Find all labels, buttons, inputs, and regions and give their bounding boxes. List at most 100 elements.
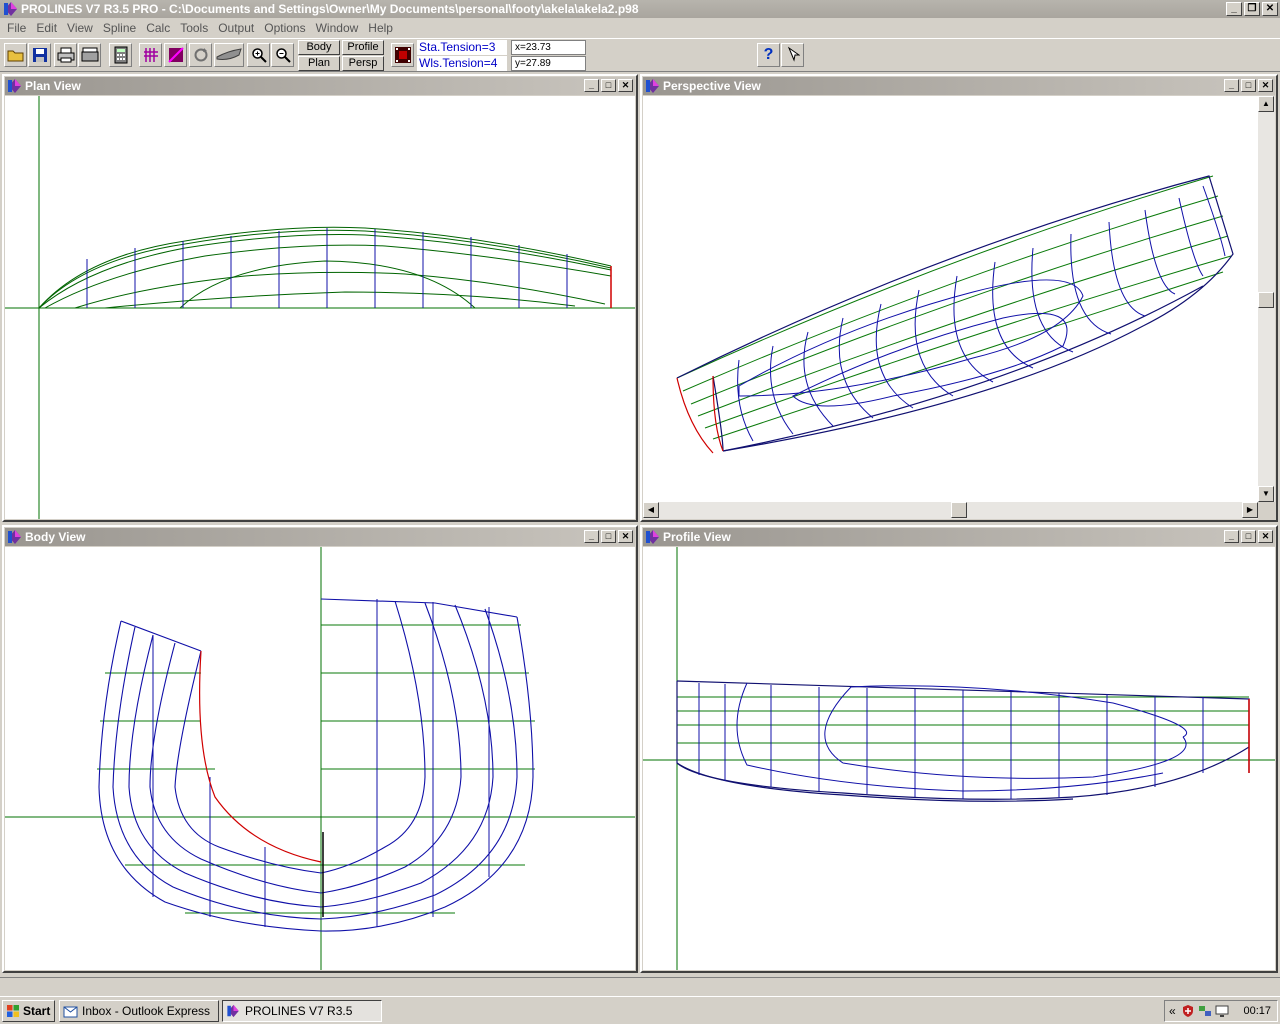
- tension-button[interactable]: [391, 43, 414, 67]
- scroll-down-arrow[interactable]: ▼: [1258, 486, 1274, 502]
- menu-spline[interactable]: Spline: [98, 18, 141, 38]
- menu-window[interactable]: Window: [311, 18, 364, 38]
- calculator-button[interactable]: [109, 43, 132, 67]
- start-button[interactable]: Start: [2, 1000, 55, 1022]
- profile-view-button[interactable]: Profile: [342, 40, 384, 55]
- stations-grid-icon: [143, 48, 158, 62]
- plan-minimize-button[interactable]: _: [584, 79, 599, 92]
- perspective-view-titlebar: Perspective View _ □ ✕: [643, 77, 1275, 95]
- vertical-scroll-thumb[interactable]: [1258, 292, 1274, 308]
- body-stations: [98, 598, 534, 932]
- waterline-tension[interactable]: Wls.Tension=4: [417, 56, 507, 71]
- plan-maximize-button[interactable]: □: [601, 79, 616, 92]
- body-maximize-button[interactable]: □: [601, 530, 616, 543]
- open-button[interactable]: [4, 43, 27, 67]
- taskbar-outlook-label: Inbox - Outlook Express: [82, 1004, 211, 1018]
- body-view-button[interactable]: Body: [298, 40, 340, 55]
- perspective-view-title: Perspective View: [663, 79, 761, 93]
- zoom-in-button[interactable]: [247, 43, 270, 67]
- scroll-left-arrow[interactable]: ◀: [643, 502, 659, 518]
- calculator-icon: [114, 46, 127, 64]
- taskbar: Start Inbox - Outlook Express PROLINES V…: [0, 996, 1280, 1024]
- body-midship-section: [199, 650, 322, 863]
- persp-minimize-button[interactable]: _: [1224, 79, 1239, 92]
- view-window-icon: [646, 530, 659, 544]
- taskbar-outlook-express[interactable]: Inbox - Outlook Express: [59, 1000, 219, 1022]
- y-coordinate: y=27.89: [511, 56, 586, 71]
- close-button[interactable]: ✕: [1262, 2, 1278, 16]
- outlook-express-icon: [63, 1006, 78, 1018]
- hull-button[interactable]: [214, 43, 244, 67]
- profile-stations: [698, 683, 1204, 799]
- save-button[interactable]: [28, 43, 51, 67]
- tray-expand-icon[interactable]: «: [1169, 1004, 1176, 1018]
- perspective-horizontal-scrollbar[interactable]: ◀ ▶: [643, 502, 1258, 519]
- plan-view-button[interactable]: Plan: [298, 56, 340, 71]
- taskbar-prolines[interactable]: PROLINES V7 R3.5: [222, 1000, 382, 1022]
- profile-close-button[interactable]: ✕: [1258, 530, 1273, 543]
- x-coordinate: x=23.73: [511, 40, 586, 55]
- body-view-title: Body View: [25, 530, 86, 544]
- profile-axes: [643, 547, 1275, 970]
- menu-edit[interactable]: Edit: [31, 18, 62, 38]
- profile-buttocks: [736, 682, 1188, 792]
- menu-view[interactable]: View: [62, 18, 98, 38]
- body-minimize-button[interactable]: _: [584, 530, 599, 543]
- menu-bar: File Edit View Spline Calc Tools Output …: [0, 18, 1280, 38]
- menu-calc[interactable]: Calc: [141, 18, 175, 38]
- network-icon[interactable]: [1198, 1004, 1212, 1018]
- minimize-button[interactable]: _: [1226, 2, 1242, 16]
- prolines-app: PROLINES V7 R3.5 PRO - C:\Documents and …: [0, 0, 1280, 1024]
- station-tension[interactable]: Sta.Tension=3: [417, 40, 507, 55]
- menu-output[interactable]: Output: [213, 18, 259, 38]
- profile-maximize-button[interactable]: □: [1241, 530, 1256, 543]
- plot-button[interactable]: [78, 43, 101, 67]
- plan-view-window: Plan View _ □ ✕: [2, 74, 638, 522]
- perspective-view-canvas[interactable]: [643, 96, 1258, 502]
- zoom-out-icon: [275, 48, 291, 63]
- menu-options[interactable]: Options: [259, 18, 310, 38]
- body-close-button[interactable]: ✕: [618, 530, 633, 543]
- surface-button[interactable]: [164, 43, 187, 67]
- status-bar: [0, 977, 1280, 995]
- print-button[interactable]: [54, 43, 77, 67]
- profile-view-canvas[interactable]: [643, 547, 1275, 970]
- plan-view-title: Plan View: [25, 79, 81, 93]
- plan-view-canvas[interactable]: [5, 96, 635, 519]
- profile-view-titlebar: Profile View _ □ ✕: [643, 528, 1275, 546]
- profile-minimize-button[interactable]: _: [1224, 530, 1239, 543]
- toolbar: Body Profile Plan Persp Sta.Tension=3 Wl…: [0, 38, 1280, 72]
- zoom-out-button[interactable]: [271, 43, 294, 67]
- scroll-right-arrow[interactable]: ▶: [1242, 502, 1258, 518]
- hull-shape-icon: [216, 48, 242, 60]
- body-view-canvas[interactable]: [5, 547, 635, 970]
- rotate-button[interactable]: [189, 43, 212, 67]
- window-title: PROLINES V7 R3.5 PRO - C:\Documents and …: [21, 2, 639, 16]
- menu-tools[interactable]: Tools: [175, 18, 213, 38]
- context-help-icon: [787, 46, 800, 62]
- start-label: Start: [23, 1004, 51, 1018]
- view-window-icon: [646, 79, 659, 93]
- clock[interactable]: 00:17: [1243, 1005, 1271, 1017]
- menu-help[interactable]: Help: [363, 18, 398, 38]
- scroll-up-arrow[interactable]: ▲: [1258, 96, 1274, 112]
- context-help-button[interactable]: [781, 43, 804, 67]
- rotate-icon: [194, 48, 207, 62]
- body-waterlines: [97, 624, 535, 914]
- persp-close-button[interactable]: ✕: [1258, 79, 1273, 92]
- persp-maximize-button[interactable]: □: [1241, 79, 1256, 92]
- menu-file[interactable]: File: [2, 18, 31, 38]
- horizontal-scroll-thumb[interactable]: [951, 502, 967, 518]
- persp-view-button[interactable]: Persp: [342, 56, 384, 71]
- security-shield-icon[interactable]: [1181, 1004, 1195, 1018]
- film-tension-icon: [394, 47, 411, 63]
- printer-icon: [57, 47, 74, 63]
- display-icon[interactable]: [1215, 1004, 1229, 1018]
- restore-button[interactable]: ❐: [1244, 2, 1260, 16]
- stations-button[interactable]: [139, 43, 162, 67]
- perspective-view-window: Perspective View _ □ ✕ ▲ ▼ ◀ ▶: [640, 74, 1278, 522]
- perspective-vertical-scrollbar[interactable]: ▲ ▼: [1258, 96, 1275, 502]
- help-button[interactable]: ?: [757, 43, 780, 67]
- plan-close-button[interactable]: ✕: [618, 79, 633, 92]
- plan-axes: [5, 96, 635, 519]
